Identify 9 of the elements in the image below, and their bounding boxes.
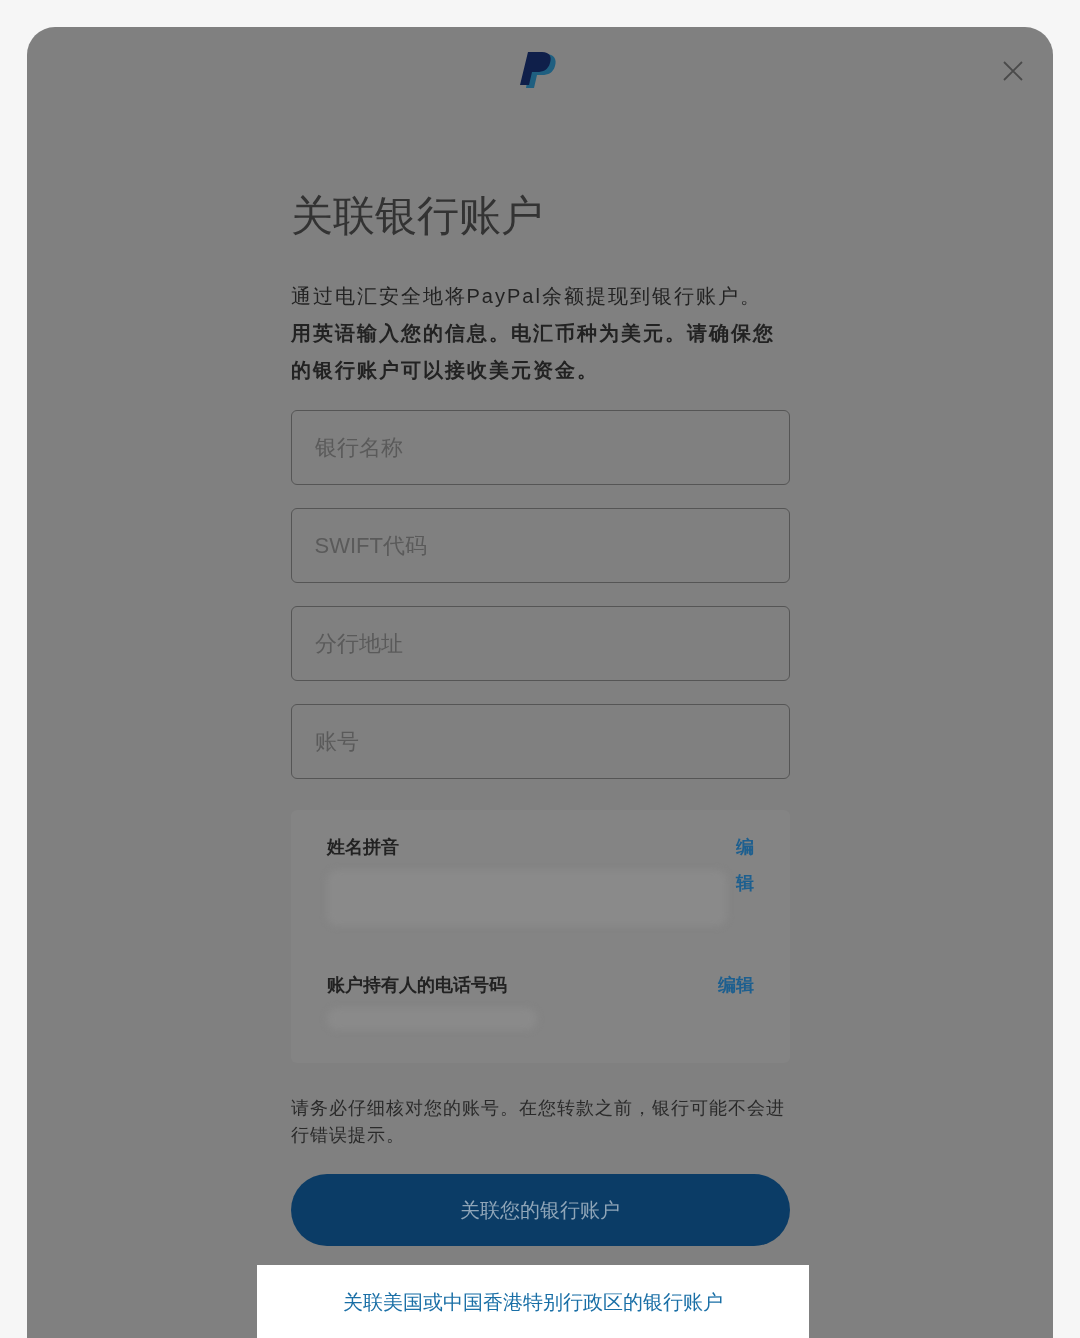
dialog-title: 关联银行账户 [290,191,544,241]
intro-emphasis-text: 用英语输入您的信息。电汇币种为美元。请确保您的银行账户可以接收美元资金。 [290,321,776,383]
warning-text: 请务必仔细核对您的账号。在您转款之前，银行可能不会进行错误提示。 [290,1097,786,1147]
link-account-button[interactable]: 关联您的银行账户 [290,1174,790,1246]
close-button[interactable] [1001,59,1025,83]
alt-bank-link[interactable]: 关联美国或中国香港特别行政区的银行账户 [343,1286,723,1317]
field-label: 账户持有人的电话号码 [326,974,508,997]
field-label: 姓名拼音 [326,836,400,859]
intro-text: 通过电汇安全地将PayPal余额提现到银行账户。 [290,284,763,309]
